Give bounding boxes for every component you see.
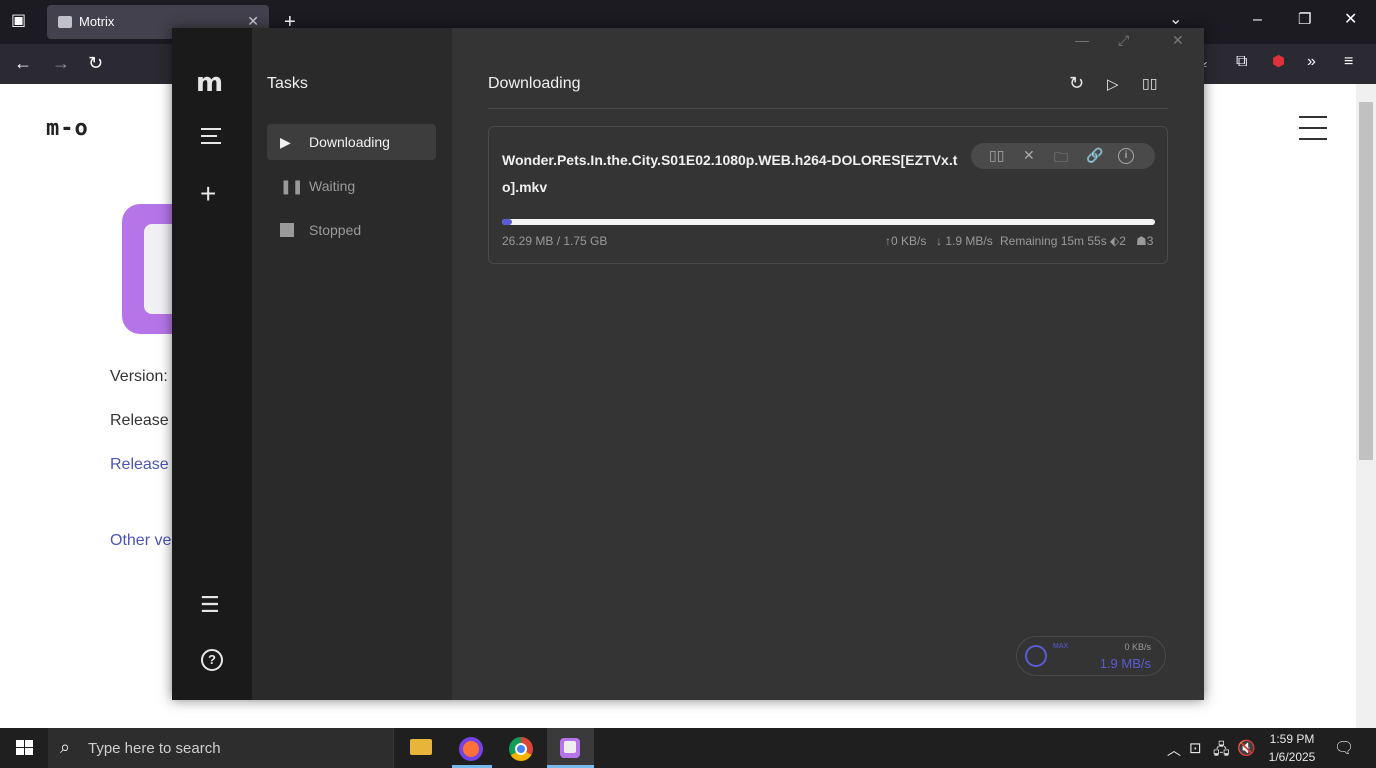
overflow-icon[interactable]: » [1307, 54, 1316, 70]
filter-stopped[interactable]: Stopped [267, 212, 436, 248]
task-upload-speed: ↑0 KB/s [885, 234, 927, 248]
add-task-icon[interactable]: + [200, 180, 216, 208]
motrix-subnav: Tasks ▶ Downloading ❚❚ Waiting Stopped [252, 28, 452, 700]
task-size: 26.29 MB / 1.75 GB [502, 234, 608, 248]
pause-all-icon[interactable]: ▯▯ [1142, 75, 1157, 92]
minimize-icon[interactable]: – [1253, 12, 1262, 28]
motrix-taskbar-button[interactable] [547, 728, 594, 768]
task-connections: ⬖2 [1110, 234, 1126, 248]
speed-mode: MAX [1053, 643, 1069, 650]
filter-downloading[interactable]: ▶ Downloading [267, 124, 436, 160]
chrome-icon[interactable] [509, 737, 533, 761]
task-pause-icon[interactable]: ▯▯ [989, 147, 1004, 164]
taskbar-search[interactable]: ⌕ Type here to search [48, 728, 394, 768]
task-list-icon[interactable] [201, 128, 221, 144]
site-menu-icon[interactable] [1299, 116, 1327, 149]
reload-icon[interactable]: ↻ [88, 54, 103, 72]
resume-all-icon[interactable]: ▷ [1107, 75, 1119, 93]
network-icon[interactable]: 🖧 [1213, 739, 1230, 764]
task-peers: ☗3 [1136, 234, 1154, 248]
list-tabs-icon[interactable]: ⌄ [1169, 12, 1182, 28]
page-scroll-thumb[interactable] [1359, 102, 1373, 460]
task-folder-icon[interactable]: 🗀 [1054, 147, 1068, 171]
header-divider [488, 108, 1168, 109]
motrix-nav-rail: m + ☰ ? [172, 28, 252, 700]
task-remaining: Remaining 15m 55s [1000, 234, 1107, 248]
speed-upload: 0 KB/s [1124, 642, 1151, 652]
clock-date[interactable]: 1/6/2025 [1266, 750, 1318, 764]
search-icon: ⌕ [60, 737, 71, 757]
tray-overflow-icon[interactable]: ︿ [1167, 740, 1181, 760]
firefox-icon[interactable] [459, 737, 483, 761]
menu-icon[interactable]: ≡ [1344, 54, 1353, 70]
speed-download: 1.9 MB/s [1099, 656, 1151, 671]
motrix-logo-icon: m [196, 68, 224, 98]
preferences-icon[interactable]: ☰ [200, 592, 220, 618]
clock-time[interactable]: 1:59 PM [1266, 732, 1318, 746]
motrix-window: m + ☰ ? Tasks ▶ Downloading ❚❚ Waiting S… [172, 28, 1204, 700]
tab-favicon-icon [58, 16, 72, 28]
task-progress-fill [502, 219, 512, 225]
task-progress-bar [502, 219, 1155, 225]
other-versions-link[interactable]: Other ve [110, 532, 171, 550]
tab-overview-icon[interactable]: ▣ [11, 13, 26, 29]
search-placeholder: Type here to search [88, 740, 221, 757]
task-actions: ▯▯ ✕ 🗀 🔗 i [971, 143, 1155, 169]
play-icon: ▶ [280, 134, 291, 150]
back-icon[interactable]: ← [14, 54, 32, 72]
motrix-maximize-icon[interactable]: ⤢ [1118, 32, 1129, 49]
refresh-icon[interactable]: ↻ [1069, 73, 1084, 94]
speedometer-icon [1025, 645, 1047, 667]
ublock-icon[interactable]: ⬢ [1272, 54, 1285, 69]
site-logo[interactable]: m-o [46, 116, 89, 141]
stop-icon [280, 223, 294, 237]
help-icon[interactable]: ? [201, 649, 223, 671]
tray-app-icon[interactable]: ⊡ [1189, 739, 1202, 757]
main-title: Downloading [488, 75, 581, 92]
tab-title: Motrix [79, 14, 115, 29]
motrix-taskbar-icon [560, 738, 580, 758]
forward-icon[interactable]: → [52, 54, 70, 72]
speedometer[interactable]: MAX 0 KB/s 1.9 MB/s [1016, 636, 1166, 676]
close-window-icon[interactable]: ✕ [1344, 12, 1357, 28]
task-link-icon[interactable]: 🔗 [1086, 147, 1103, 164]
file-explorer-icon[interactable] [410, 739, 432, 755]
motrix-minimize-icon[interactable]: — [1075, 32, 1089, 48]
volume-muted-icon[interactable]: 🔇 [1237, 739, 1256, 757]
task-info-icon[interactable]: i [1118, 148, 1134, 164]
task-name: Wonder.Pets.In.the.City.S01E02.1080p.WEB… [502, 152, 958, 195]
task-download-speed: ↓ 1.9 MB/s [936, 234, 993, 248]
motrix-close-icon[interactable]: ✕ [1172, 32, 1184, 49]
notifications-icon[interactable]: 🗨 [1334, 738, 1354, 758]
task-delete-icon[interactable]: ✕ [1023, 147, 1035, 164]
version-label: Version: [110, 368, 168, 385]
pause-icon: ❚❚ [280, 178, 304, 194]
restore-icon[interactable]: ❐ [1298, 12, 1311, 27]
subnav-title: Tasks [267, 75, 308, 92]
extensions-icon[interactable]: ⧉ [1236, 54, 1247, 70]
task-item[interactable]: Wonder.Pets.In.the.City.S01E02.1080p.WEB… [488, 126, 1168, 264]
filter-waiting[interactable]: ❚❚ Waiting [267, 168, 436, 204]
